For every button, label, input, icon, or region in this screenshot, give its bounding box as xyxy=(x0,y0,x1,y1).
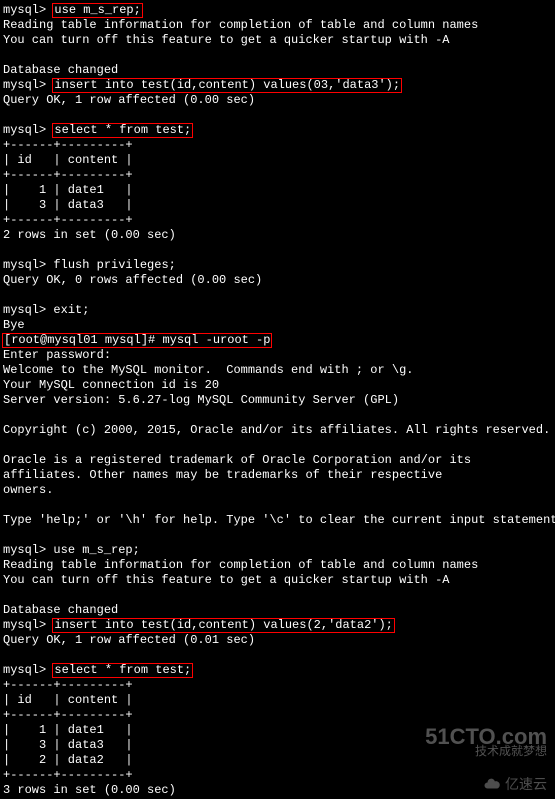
mysql-prompt: mysql> xyxy=(3,123,53,137)
mysql-prompt: mysql> xyxy=(3,303,53,317)
output-text: Your MySQL connection id is 20 xyxy=(3,378,552,393)
cmd-line: mysql> select * from test; xyxy=(3,123,552,138)
mysql-prompt: mysql> xyxy=(3,618,53,632)
table-header: | id | content | xyxy=(3,153,552,168)
table-border: +------+---------+ xyxy=(3,168,552,183)
output-text: Database changed xyxy=(3,603,552,618)
blank-line xyxy=(3,48,552,63)
blank-line xyxy=(3,288,552,303)
shell-prompt: [root@mysql01 mysql]# xyxy=(4,333,162,347)
output-text: 2 rows in set (0.00 sec) xyxy=(3,228,552,243)
cmd-line: mysql> insert into test(id,content) valu… xyxy=(3,78,552,93)
mysql-prompt: mysql> xyxy=(3,258,53,272)
blank-line xyxy=(3,528,552,543)
cmd-line: mysql> use m_s_rep; xyxy=(3,543,552,558)
output-text: Query OK, 0 rows affected (0.00 sec) xyxy=(3,273,552,288)
table-row: | 3 | data3 | xyxy=(3,198,552,213)
cmd-insert: insert into test(id,content) values(2,'d… xyxy=(52,618,394,633)
cmd-exit: exit; xyxy=(53,303,89,317)
cmd-line: [root@mysql01 mysql]# mysql -uroot -p xyxy=(3,333,552,348)
output-text: Oracle is a registered trademark of Orac… xyxy=(3,453,552,468)
output-text: Copyright (c) 2000, 2015, Oracle and/or … xyxy=(3,423,552,438)
output-text: Enter password: xyxy=(3,348,552,363)
table-border: +------+---------+ xyxy=(3,213,552,228)
blank-line xyxy=(3,438,552,453)
output-text: Query OK, 1 row affected (0.00 sec) xyxy=(3,93,552,108)
shell-cmd-line: [root@mysql01 mysql]# mysql -uroot -p xyxy=(2,333,272,348)
output-text: Bye xyxy=(3,318,552,333)
table-row: | 1 | date1 | xyxy=(3,183,552,198)
output-text: owners. xyxy=(3,483,552,498)
cmd-line: mysql> flush privileges; xyxy=(3,258,552,273)
cmd-line: mysql> exit; xyxy=(3,303,552,318)
terminal-output: mysql> use m_s_rep; Reading table inform… xyxy=(3,3,552,798)
cmd-use: use m_s_rep; xyxy=(53,543,139,557)
cmd-flush: flush privileges; xyxy=(53,258,175,272)
output-text: Server version: 5.6.27-log MySQL Communi… xyxy=(3,393,552,408)
mysql-prompt: mysql> xyxy=(3,78,53,92)
mysql-prompt: mysql> xyxy=(3,663,53,677)
table-header: | id | content | xyxy=(3,693,552,708)
output-text: Query OK, 1 row affected (0.01 sec) xyxy=(3,633,552,648)
blank-line xyxy=(3,108,552,123)
output-text: 3 rows in set (0.00 sec) xyxy=(3,783,552,798)
output-text: Type 'help;' or '\h' for help. Type '\c'… xyxy=(3,513,552,528)
table-row: | 3 | data3 | xyxy=(3,738,552,753)
blank-line xyxy=(3,498,552,513)
table-border: +------+---------+ xyxy=(3,138,552,153)
mysql-prompt: mysql> xyxy=(3,3,53,17)
output-text: You can turn off this feature to get a q… xyxy=(3,573,552,588)
cmd-line: mysql> insert into test(id,content) valu… xyxy=(3,618,552,633)
table-border: +------+---------+ xyxy=(3,768,552,783)
blank-line xyxy=(3,408,552,423)
cmd-mysql-login: mysql -uroot -p xyxy=(162,333,270,347)
output-text: Reading table information for completion… xyxy=(3,18,552,33)
blank-line xyxy=(3,648,552,663)
output-text: You can turn off this feature to get a q… xyxy=(3,33,552,48)
table-border: +------+---------+ xyxy=(3,678,552,693)
output-text: Database changed xyxy=(3,63,552,78)
cmd-select: select * from test; xyxy=(52,663,193,678)
blank-line xyxy=(3,243,552,258)
blank-line xyxy=(3,588,552,603)
output-text: Welcome to the MySQL monitor. Commands e… xyxy=(3,363,552,378)
mysql-prompt: mysql> xyxy=(3,543,53,557)
cmd-select: select * from test; xyxy=(52,123,193,138)
table-row: | 1 | date1 | xyxy=(3,723,552,738)
table-row: | 2 | data2 | xyxy=(3,753,552,768)
cmd-insert: insert into test(id,content) values(03,'… xyxy=(52,78,402,93)
output-text: Reading table information for completion… xyxy=(3,558,552,573)
cmd-line: mysql> select * from test; xyxy=(3,663,552,678)
cmd-line: mysql> use m_s_rep; xyxy=(3,3,552,18)
table-border: +------+---------+ xyxy=(3,708,552,723)
output-text: affiliates. Other names may be trademark… xyxy=(3,468,552,483)
cmd-use: use m_s_rep; xyxy=(52,3,142,18)
